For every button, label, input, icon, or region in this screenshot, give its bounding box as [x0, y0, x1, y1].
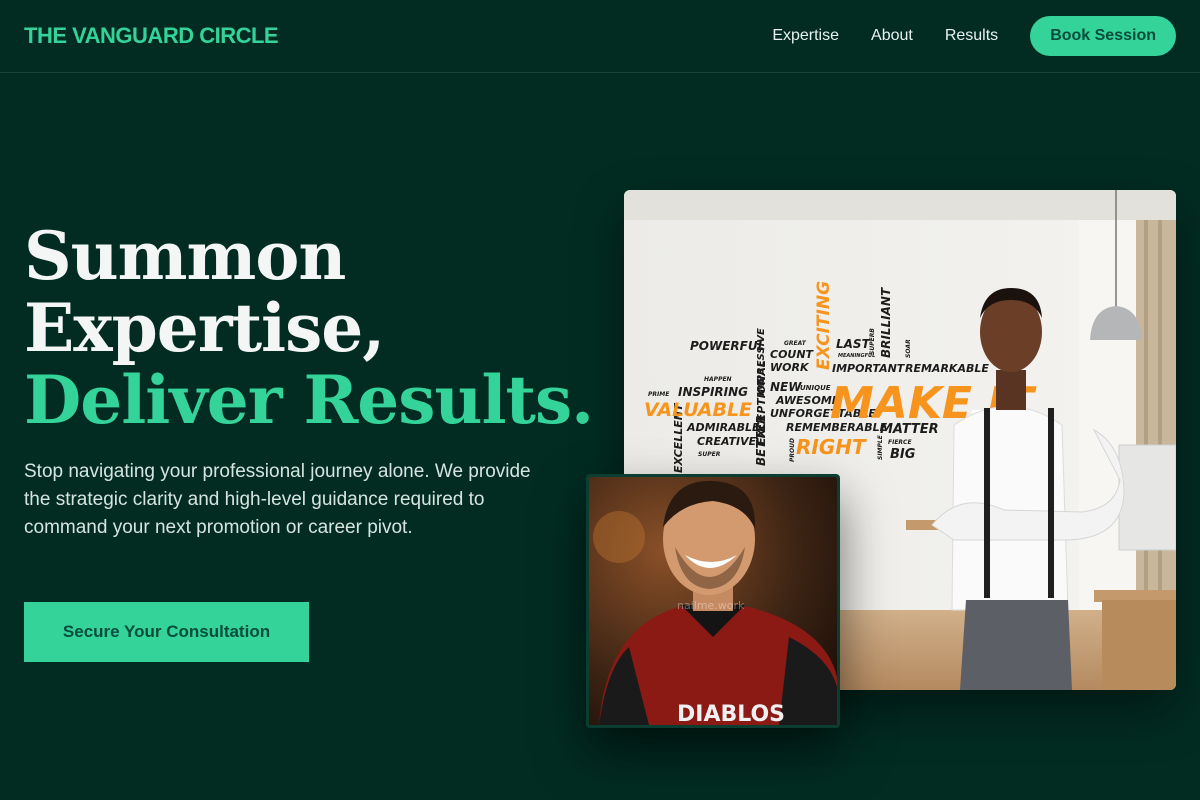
svg-text:FIERCE: FIERCE: [888, 439, 912, 446]
headline-line-3: Deliver Results.: [24, 361, 594, 439]
svg-text:ADMIRABLE: ADMIRABLE: [686, 421, 760, 434]
book-session-button[interactable]: Book Session: [1030, 16, 1176, 56]
portrait-photo: DIABLOS nailme.work: [586, 474, 840, 728]
svg-text:GREAT: GREAT: [784, 340, 807, 347]
nav-links: Expertise About Results Book Session: [740, 16, 1176, 56]
hero-headline: Summon Expertise, Deliver Results.: [24, 217, 594, 439]
svg-text:VALUABLE: VALUABLE: [644, 399, 752, 421]
secure-consultation-button[interactable]: Secure Your Consultation: [24, 602, 309, 662]
svg-text:POWERFUL: POWERFUL: [690, 339, 765, 353]
svg-text:CREATIVE: CREATIVE: [697, 435, 757, 448]
svg-text:EXCITING: EXCITING: [814, 281, 834, 370]
headline-line-2: Expertise,: [24, 289, 385, 367]
svg-text:PROUD: PROUD: [789, 438, 796, 462]
svg-text:UNIQUE: UNIQUE: [800, 384, 831, 392]
brand-logo[interactable]: THE VANGUARD CIRCLE: [24, 23, 279, 49]
svg-text:SIMPLE: SIMPLE: [877, 434, 884, 460]
portrait-photo-illustration: DIABLOS nailme.work: [589, 477, 837, 725]
svg-text:SOAR: SOAR: [905, 339, 912, 358]
svg-text:NEW: NEW: [770, 380, 802, 394]
hero-subtitle: Stop navigating your professional journe…: [24, 461, 531, 538]
svg-text:RIGHT: RIGHT: [796, 435, 867, 459]
svg-text:LAST: LAST: [836, 337, 871, 351]
shirt-text: DIABLOS: [677, 702, 785, 725]
svg-text:INSPIRING: INSPIRING: [678, 385, 748, 399]
nav-link-results[interactable]: Results: [945, 27, 998, 45]
svg-text:BIG: BIG: [890, 447, 916, 462]
svg-text:BETTER: BETTER: [754, 415, 768, 466]
headline-line-1: Summon: [24, 217, 346, 295]
svg-text:DIABLOS: DIABLOS: [677, 702, 785, 725]
portrait-watermark: nailme.work: [677, 599, 745, 612]
nav-link-about[interactable]: About: [871, 27, 913, 45]
svg-text:SUPER: SUPER: [698, 451, 721, 458]
svg-text:COUNT: COUNT: [770, 348, 815, 361]
svg-text:BRILLIANT: BRILLIANT: [879, 287, 893, 358]
svg-text:HAPPEN: HAPPEN: [704, 376, 732, 383]
nav-link-expertise[interactable]: Expertise: [772, 27, 839, 45]
svg-text:REMARKABLE: REMARKABLE: [905, 362, 989, 375]
svg-text:PRIME: PRIME: [648, 391, 670, 398]
svg-text:IMPORTANT: IMPORTANT: [832, 362, 906, 375]
svg-text:WORK: WORK: [770, 361, 810, 374]
top-navigation: THE VANGUARD CIRCLE Expertise About Resu…: [0, 0, 1200, 73]
svg-text:SUPERB: SUPERB: [869, 328, 876, 355]
